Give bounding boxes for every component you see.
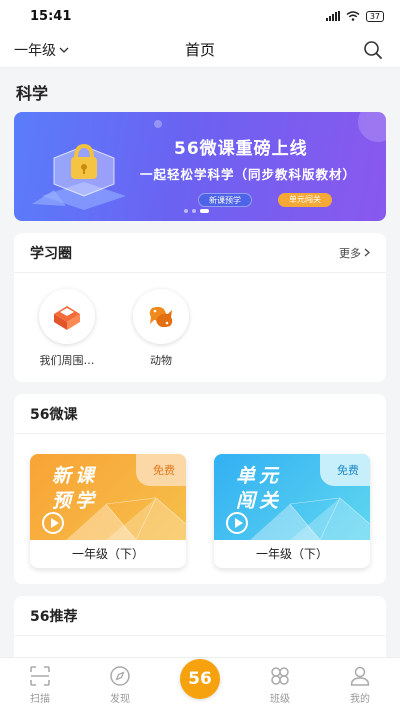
course-name: 新课 预学 [52,465,99,512]
status-time: 15:41 [30,8,72,24]
tab-home[interactable]: 56 [170,659,230,705]
tab-mine[interactable]: 我的 [330,665,390,705]
grade-selector[interactable]: 一年级 [14,40,69,60]
search-icon [364,40,382,59]
course-cover: 单元 闯关 免费 [214,454,370,540]
banner-decoration [154,120,162,128]
course-card-unit[interactable]: 单元 闯关 免费 一年级（下） [214,454,370,568]
circle-item-label: 动物 [150,354,172,367]
course-grade: 一年级（下） [71,547,144,561]
more-label: 更多 [339,246,361,260]
recommend-title: 56推荐 [30,608,78,625]
circle-item[interactable]: 我们周围… [34,289,100,368]
page-title: 首页 [184,41,216,59]
course-cover: 新课 预学 免费 [30,454,186,540]
banner-decoration [358,112,386,142]
signal-icon [325,11,340,21]
tab-discover[interactable]: 发现 [90,665,150,705]
course-card-preview[interactable]: 新课 预学 免费 一年级（下） [30,454,186,568]
free-badge: 免费 [136,454,186,486]
banner-tag-preview: 新课预学 [198,193,252,207]
scan-icon [30,666,50,686]
more-link[interactable]: 更多 [339,245,370,261]
compass-icon [110,666,130,686]
free-badge: 免费 [320,454,370,486]
status-bar: 15:41 37 [0,0,400,32]
main-scroll[interactable]: 科学 56微课重磅上线 一起轻松学科学（同步教科版教材） 新课预学 单元闯关 学… [0,68,400,657]
user-icon [350,666,370,686]
banner[interactable]: 56微课重磅上线 一起轻松学科学（同步教科版教材） 新课预学 单元闯关 [14,112,386,221]
micro-course-title: 56微课 [30,406,78,423]
tab-label: 班级 [270,694,290,705]
battery-icon: 37 [365,10,384,22]
header: 一年级 首页 [0,32,400,68]
tab-bar: 扫描 发现 56 班级 我的 [0,657,400,711]
study-circle-title: 学习圈 [30,245,72,262]
circle-item-label: 我们周围… [39,354,95,367]
wifi-icon [346,11,360,21]
home-logo-icon: 56 [180,659,220,699]
play-icon[interactable] [226,512,248,534]
grade-label: 一年级 [14,42,56,59]
banner-tag-unit: 单元闯关 [278,193,332,207]
chevron-down-icon [59,47,69,53]
tab-class[interactable]: 班级 [250,665,310,705]
course-grade: 一年级（下） [255,547,328,561]
course-list: 新课 预学 免费 一年级（下） 单元 闯关 免费 一年级（下） [14,434,386,584]
chevron-right-icon [364,248,370,257]
tab-label: 扫描 [30,694,50,705]
lock-icon [32,143,126,210]
carousel-dots [184,209,209,213]
status-icons: 37 [325,10,384,22]
study-circle-header: 学习圈 更多 [14,233,386,273]
micro-course-card: 56微课 新课 预学 免费 一年级（下） 单元 闯关 免费 一年级（下） [14,394,386,584]
circle-list: 我们周围… 动物 [14,273,386,382]
tab-label: 发现 [110,694,130,705]
play-icon[interactable] [42,512,64,534]
fish-icon [133,289,189,344]
clover-icon [271,667,289,685]
circle-item[interactable]: 动物 [128,289,194,368]
recommend-header: 56推荐 [14,596,386,636]
micro-course-header: 56微课 [14,394,386,434]
search-button[interactable] [362,39,384,61]
tab-scan[interactable]: 扫描 [10,665,70,705]
recommend-card: 56推荐 [14,596,386,657]
banner-title: 56微课重磅上线 [174,139,308,159]
study-circle-card: 学习圈 更多 我们周围… 动物 [14,233,386,382]
tab-label: 我的 [350,694,370,705]
box-icon [39,289,95,344]
banner-subtitle: 一起轻松学科学（同步教科版教材） [140,167,357,182]
subject-title: 科学 [16,84,49,103]
course-name: 单元 闯关 [236,465,283,512]
